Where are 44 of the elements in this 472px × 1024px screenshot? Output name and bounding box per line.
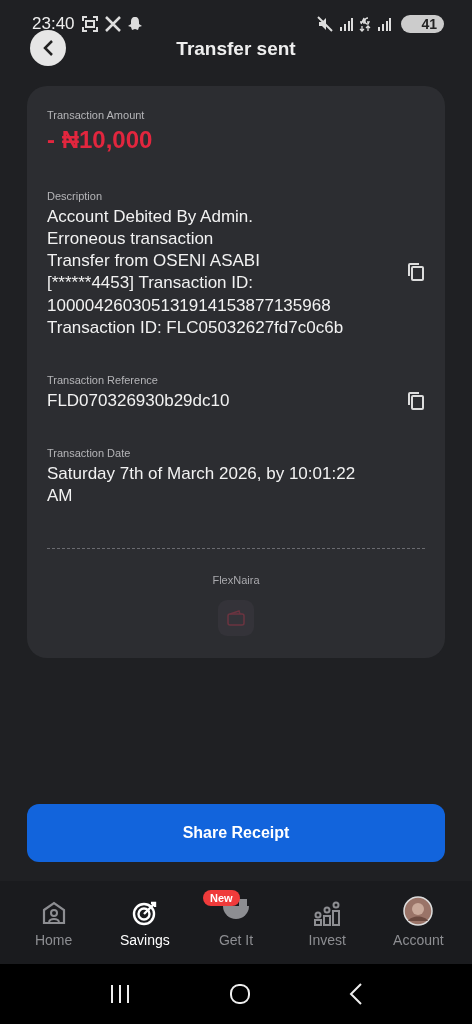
- home-button-icon[interactable]: [229, 983, 251, 1006]
- avatar-icon: [403, 896, 434, 927]
- network-icon: [359, 15, 372, 32]
- screenshot-icon: [80, 14, 99, 33]
- x-logo-icon: [104, 15, 121, 32]
- signal-icon: [377, 16, 392, 31]
- back-icon: [42, 38, 54, 57]
- field-value: [******4453] Transaction ID:: [47, 272, 254, 295]
- wallet-icon: [226, 609, 246, 626]
- home-icon: [40, 900, 67, 927]
- field-value: Saturday 7th of March 2026, by 10:01:22: [47, 463, 357, 486]
- recent-apps-icon[interactable]: [109, 984, 131, 1005]
- ghost-icon: [126, 15, 143, 32]
- field-value: AM: [47, 485, 74, 508]
- brand-name: FlexNaira: [212, 573, 260, 586]
- mute-icon: [317, 15, 334, 32]
- page-title: Transfer sent: [176, 37, 296, 60]
- amount-value: - ₦10,000: [47, 124, 154, 155]
- battery-level: 41: [401, 14, 444, 33]
- back-button[interactable]: [30, 29, 66, 66]
- status-time: 23:40: [32, 13, 75, 34]
- chart-icon: [313, 900, 342, 927]
- copy-icon[interactable]: [407, 391, 425, 412]
- field-value: Account Debited By Admin.: [47, 205, 254, 228]
- field-value: Transaction ID: FLC05032627fd7c0c6b: [47, 316, 345, 339]
- target-icon: [131, 900, 158, 927]
- nav-tab[interactable]: Savings: [99, 880, 191, 965]
- new-badge: New: [203, 890, 240, 907]
- field-value: FLD070326930b29dc10: [47, 390, 231, 412]
- field-label: Transaction Date: [47, 447, 132, 460]
- field-value: 100004260305131914153877135968: [47, 294, 332, 317]
- signal-icon: [339, 16, 354, 31]
- nav-tab[interactable]: Home: [8, 880, 100, 965]
- back-icon[interactable]: [349, 983, 363, 1006]
- nav-tab[interactable]: Invest: [281, 880, 373, 965]
- field-label: Transaction Reference: [47, 374, 159, 386]
- nav-tab[interactable]: New Get It: [190, 880, 282, 965]
- copy-icon[interactable]: [407, 262, 425, 283]
- field-label: Description: [47, 189, 104, 202]
- nav-tab[interactable]: Account: [372, 880, 464, 965]
- field-label: Transaction Amount: [47, 108, 146, 121]
- field-value: Erroneous transaction: [47, 227, 215, 250]
- share-receipt-button[interactable]: Share Receipt: [27, 803, 445, 862]
- field-value: Transfer from OSENI ASABI: [47, 250, 261, 273]
